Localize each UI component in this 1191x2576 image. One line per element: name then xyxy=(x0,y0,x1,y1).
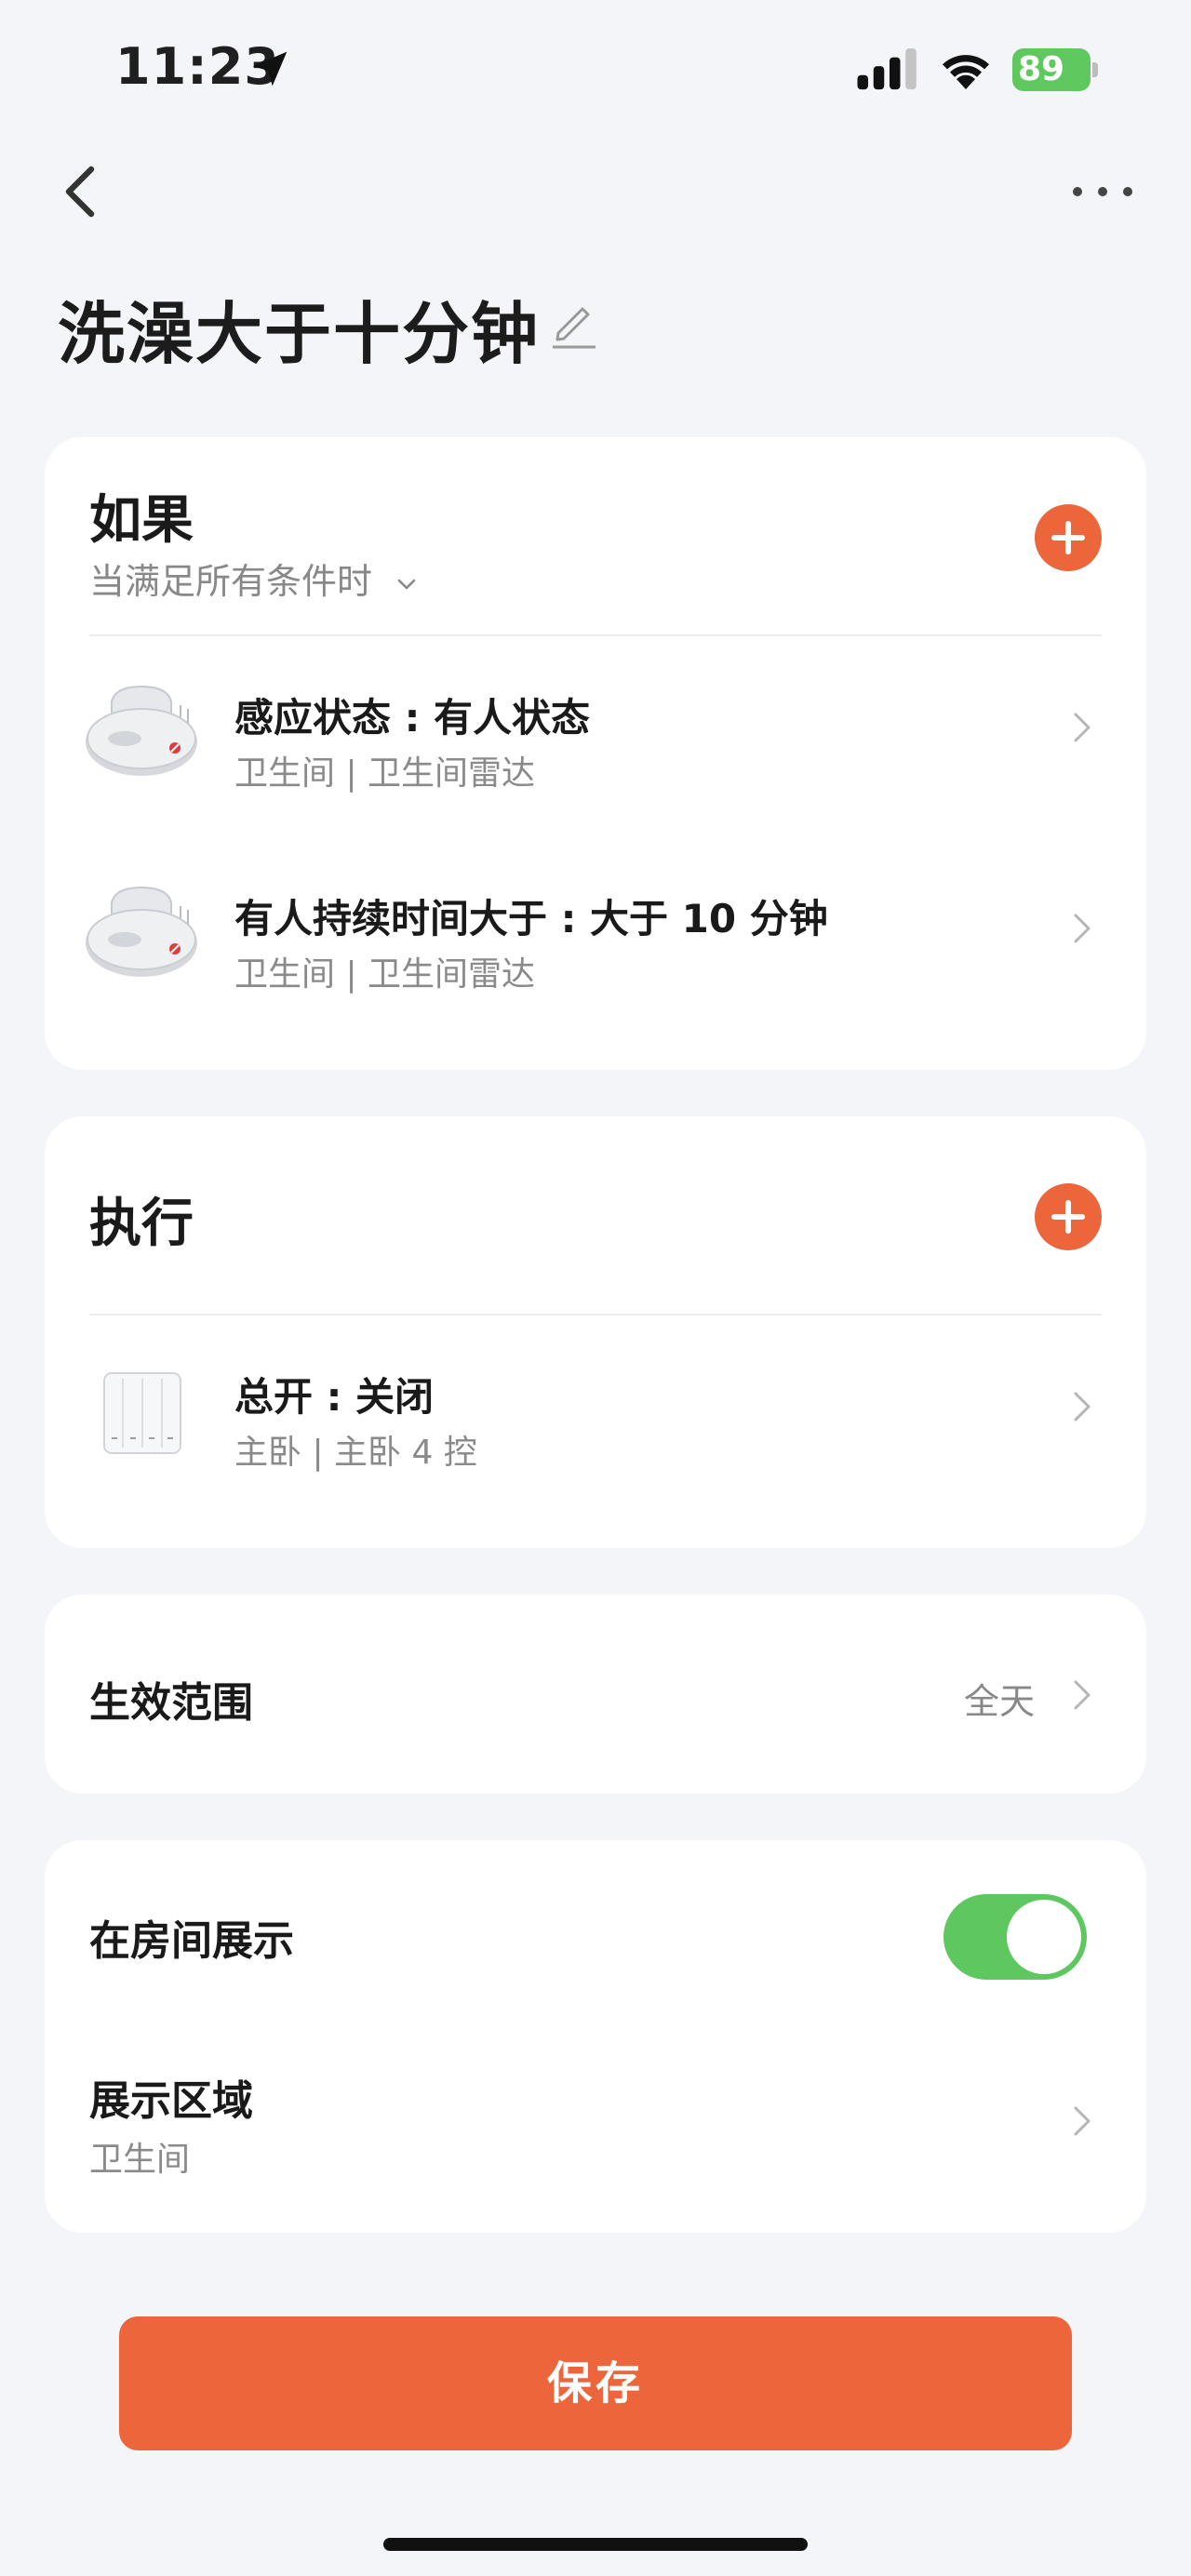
chevron-right-icon xyxy=(1074,713,1091,742)
action-row[interactable]: 总开 : 关闭 主卧 | 主卧 4 控 xyxy=(45,1323,1146,1490)
location-arrow-icon xyxy=(252,51,288,87)
automation-edit-screen: 11:23 89 洗澡大于十分钟 如果 当满足所有条件时 感应状态: 有人状态… xyxy=(0,0,1191,2576)
action-card: 执行 总开 : 关闭 主卧 | 主卧 4 控 xyxy=(45,1116,1146,1548)
action-title: 总开 : 关闭 xyxy=(234,1374,435,1420)
effective-scope-value: 全天 xyxy=(963,1681,1035,1722)
condition-card: 如果 当满足所有条件时 感应状态 : 有人状态 卫生间 | 卫生间雷达 有人持续… xyxy=(45,437,1146,1070)
action-subtitle: 主卧 | 主卧 4 控 xyxy=(234,1434,477,1472)
action-section-title: 执行 xyxy=(89,1194,194,1254)
condition-row[interactable]: 感应状态 : 有人状态 卫生间 | 卫生间雷达 xyxy=(45,644,1146,811)
radar-sensor-icon xyxy=(86,886,197,977)
condition-mode-select[interactable]: 当满足所有条件时 xyxy=(89,553,417,604)
show-in-room-toggle[interactable] xyxy=(943,1894,1087,1980)
back-arrow-icon[interactable] xyxy=(60,164,100,220)
cellular-signal-icon xyxy=(857,48,917,90)
condition-mode-label: 当满足所有条件时 xyxy=(89,561,373,602)
radar-sensor-icon xyxy=(86,685,197,776)
save-button[interactable]: 保存 xyxy=(119,2316,1072,2450)
condition-subtitle: 卫生间 | 卫生间雷达 xyxy=(234,754,536,793)
divider xyxy=(89,1314,1102,1315)
display-area-row[interactable]: 展示区域 卫生间 xyxy=(45,2054,1146,2222)
wifi-icon xyxy=(943,55,989,89)
condition-section-title: 如果 xyxy=(89,490,194,551)
home-indicator xyxy=(383,2538,808,2551)
condition-subtitle: 卫生间 | 卫生间雷达 xyxy=(234,955,536,994)
effective-scope-label: 生效范围 xyxy=(89,1679,253,1727)
condition-title: 感应状态 : 有人状态 xyxy=(234,695,591,741)
status-bar: 11:23 89 xyxy=(0,0,1191,140)
toggle-knob xyxy=(1007,1900,1081,1974)
edit-pencil-icon[interactable] xyxy=(551,298,597,350)
battery-icon: 89 xyxy=(1012,48,1098,91)
chevron-right-icon xyxy=(1074,1680,1091,1710)
page-title: 洗澡大于十分钟 xyxy=(58,295,541,373)
display-settings-card: 在房间展示 展示区域 卫生间 xyxy=(45,1840,1146,2233)
chevron-right-icon xyxy=(1074,914,1091,943)
effective-scope-row[interactable]: 生效范围 全天 xyxy=(45,1595,1146,1794)
divider xyxy=(89,634,1102,636)
battery-level: 89 xyxy=(1012,48,1091,91)
chevron-down-icon xyxy=(397,579,416,589)
add-condition-button[interactable] xyxy=(1035,504,1102,571)
wall-switch-icon xyxy=(103,1372,181,1454)
chevron-right-icon xyxy=(1074,1392,1091,1421)
add-action-button[interactable] xyxy=(1035,1183,1102,1250)
condition-title: 有人持续时间大于 : 大于 10 分钟 xyxy=(234,896,828,941)
condition-row[interactable]: 有人持续时间大于 : 大于 10 分钟 卫生间 | 卫生间雷达 xyxy=(45,845,1146,1012)
chevron-right-icon xyxy=(1074,2106,1091,2136)
more-icon[interactable] xyxy=(1070,180,1135,203)
display-area-value: 卫生间 xyxy=(89,2141,191,2179)
show-in-room-label: 在房间展示 xyxy=(89,1917,294,1965)
display-area-label: 展示区域 xyxy=(89,2077,253,2125)
